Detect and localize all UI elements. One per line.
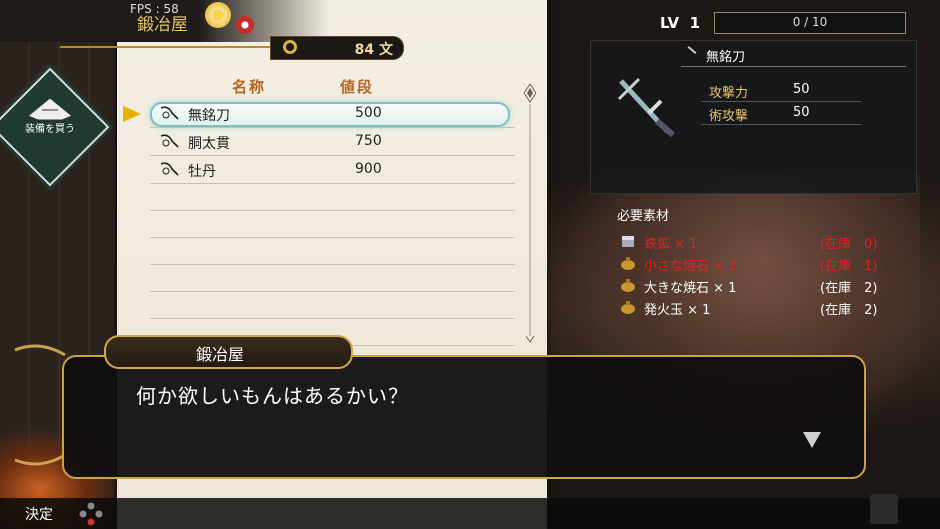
buy-equipment-label: 装備を買う [25, 124, 75, 135]
speaker-nameplate: 鍛冶屋 [104, 335, 353, 369]
workbench-object [870, 494, 898, 524]
level-label: LV [660, 14, 680, 32]
exp-bar: 0 / 10 [714, 12, 906, 34]
shop-item-list: 無銘刀 500 胴太貫 750 牡丹 900 [150, 100, 515, 346]
empty-row [150, 265, 515, 292]
money-amount: 84 文 [354, 42, 393, 58]
item-detail-panel: 無銘刀 攻撃力 50 術攻撃 50 [590, 40, 917, 194]
stat-divider [701, 101, 861, 102]
material-stock: (在庫 0) [820, 237, 878, 252]
shop-item-price: 500 [355, 105, 382, 121]
level-value: 1 [689, 14, 700, 32]
material-item: 発火玉 × 1 (在庫 2) [620, 298, 900, 318]
material-item: 小さな焼石 × 2 (在庫 1) [620, 254, 900, 274]
materials-title: 必要素材 [617, 209, 670, 224]
shop-item-name: 無銘刀 [188, 108, 230, 124]
stat-value-magic-attack: 50 [793, 105, 810, 120]
empty-row [150, 211, 515, 238]
chrysanthemum-icon [205, 2, 231, 28]
katana-icon [160, 133, 180, 149]
empty-row [150, 292, 515, 319]
detail-divider [681, 66, 906, 67]
katana-icon [160, 161, 180, 177]
material-name: 大きな焼石 × 1 [644, 281, 737, 296]
column-header-price: 値段 [340, 78, 375, 96]
shop-item-price: 900 [355, 161, 382, 177]
material-item: 鉄鉱 × 1 (在庫 0) [620, 232, 900, 252]
weapon-type-icon [687, 46, 697, 54]
empty-row [150, 184, 515, 211]
gold-divider [60, 46, 275, 48]
column-header-name: 名称 [232, 78, 267, 96]
scrollbar-icon [523, 83, 537, 343]
dialogue-text: 何か欲しいもんはあるかい？ [136, 384, 409, 408]
material-stock: (在庫 2) [820, 281, 878, 296]
scrollbar[interactable] [523, 83, 537, 346]
sword-icon [617, 77, 675, 138]
controls-bar [0, 498, 940, 529]
stat-divider [701, 124, 861, 125]
shop-item-row[interactable]: 胴太貫 750 [150, 128, 515, 156]
shop-item-name: 牡丹 [188, 164, 216, 180]
coin-icon [283, 40, 297, 54]
speaker-name: 鍛冶屋 [196, 345, 245, 364]
shop-item-name: 胴太貫 [188, 136, 230, 152]
armor-icon [27, 97, 73, 121]
level-indicator: LV 1 [660, 14, 700, 32]
stat-value-attack: 50 [793, 82, 810, 97]
dpad-button-icon [79, 502, 103, 526]
material-stock: (在庫 1) [820, 259, 878, 274]
material-item: 大きな焼石 × 1 (在庫 2) [620, 276, 900, 296]
detail-item-name: 無銘刀 [706, 50, 746, 65]
dialogue-box[interactable] [62, 355, 866, 479]
shop-name: 鍛冶屋 [137, 15, 188, 35]
exp-text: 0 / 10 [792, 15, 828, 29]
plum-blossom-icon [236, 16, 254, 34]
material-stock: (在庫 2) [820, 303, 878, 318]
shop-item-row[interactable]: 無銘刀 500 [150, 100, 515, 128]
material-name: 小さな焼石 × 2 [644, 259, 737, 274]
material-name: 発火玉 × 1 [644, 303, 711, 318]
material-name: 鉄鉱 × 1 [644, 237, 698, 252]
shop-item-row[interactable]: 牡丹 900 [150, 156, 515, 184]
empty-row [150, 238, 515, 265]
money-display: 84 文 [270, 36, 404, 60]
selection-cursor-icon [123, 106, 141, 122]
stat-label-magic-attack: 術攻撃 [709, 109, 749, 124]
stat-label-attack: 攻撃力 [709, 86, 749, 101]
wave-ornament-icon [14, 344, 66, 466]
katana-icon [160, 105, 180, 121]
advance-arrow-icon[interactable] [803, 432, 821, 448]
shop-item-price: 750 [355, 133, 382, 149]
confirm-label: 決定 [25, 507, 53, 523]
